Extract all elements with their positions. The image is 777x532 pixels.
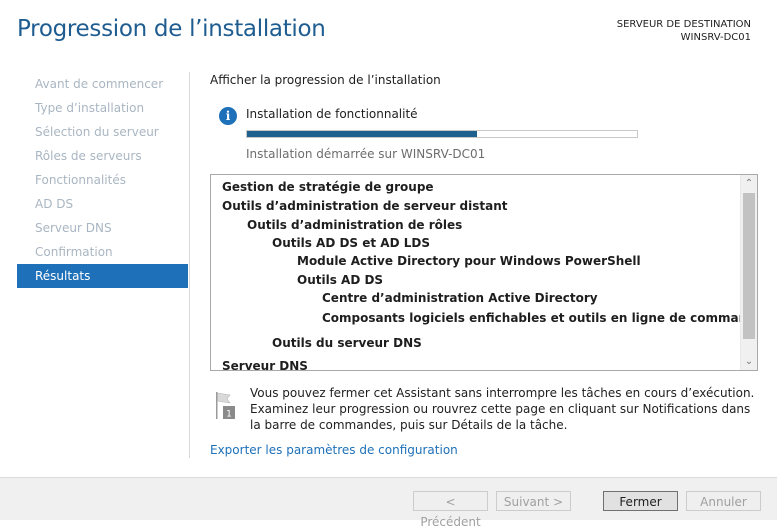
info-icon: i (219, 107, 237, 125)
section-heading: Afficher la progression de l’installatio… (210, 73, 441, 87)
feature-list-item: Serveur DNS (222, 359, 308, 370)
feature-list-item: Outils du serveur DNS (272, 336, 422, 350)
nav-item-7[interactable]: Confirmation (17, 240, 188, 264)
cancel-button[interactable]: Annuler (686, 491, 761, 511)
feature-list-item: Outils d’administration de serveur dista… (222, 199, 508, 213)
wizard-close-note: Vous pouvez fermer cet Assistant sans in… (250, 386, 755, 432)
scroll-up-arrow-icon[interactable]: ⌃ (741, 175, 757, 192)
wizard-navigation: Avant de commencer Type d’installation Sél… (17, 72, 188, 288)
feature-list-item: Composants logiciels enfichables et outi… (322, 311, 740, 325)
feature-list-item: Gestion de stratégie de groupe (222, 180, 434, 194)
export-configuration-link[interactable]: Exporter les paramètres de configuration (210, 443, 458, 457)
nav-item-6[interactable]: Serveur DNS (17, 216, 188, 240)
nav-item-4[interactable]: Fonctionnalités (17, 168, 188, 192)
next-button[interactable]: Suivant > (496, 491, 571, 511)
features-list-content: Gestion de stratégie de groupe Outils d’a… (211, 175, 740, 370)
installation-started-text: Installation démarrée sur WINSRV-DC01 (246, 147, 486, 161)
installation-progress-bar (246, 130, 638, 138)
progress-fill (247, 131, 478, 137)
destination-server-name: WINSRV-DC01 (680, 32, 751, 43)
scroll-down-arrow-icon[interactable]: ⌄ (741, 353, 757, 370)
feature-list-item: Outils d’administration de rôles (247, 218, 463, 232)
feature-list-item: Outils AD DS et AD LDS (272, 236, 430, 250)
nav-item-8[interactable]: Résultats (17, 264, 188, 288)
svg-text:1: 1 (226, 410, 232, 420)
features-list-scrollbar[interactable]: ⌃ ⌄ (740, 175, 757, 370)
feature-list-item: Centre d’administration Active Directory (322, 291, 598, 305)
nav-item-2[interactable]: Sélection du serveur (17, 120, 188, 144)
nav-item-5[interactable]: AD DS (17, 192, 188, 216)
nav-item-0[interactable]: Avant de commencer (17, 72, 188, 96)
features-list[interactable]: Gestion de stratégie de groupe Outils d’a… (210, 174, 758, 371)
page-title: Progression de l’installation (17, 16, 326, 42)
navigation-divider (189, 72, 190, 458)
previous-button[interactable]: < Précédent (413, 491, 488, 529)
notification-flag-icon: 1 (216, 392, 235, 420)
close-button[interactable]: Fermer (603, 491, 678, 511)
destination-server-info: SERVEUR DE DESTINATION WINSRV-DC01 (617, 18, 751, 44)
feature-list-item: Module Active Directory pour Windows Pow… (297, 254, 641, 268)
installation-status-label: Installation de fonctionnalité (246, 107, 418, 121)
nav-item-3[interactable]: Rôles de serveurs (17, 144, 188, 168)
destination-label: SERVEUR DE DESTINATION (616, 19, 751, 30)
scrollbar-thumb[interactable] (743, 193, 755, 339)
feature-list-item: Outils AD DS (297, 273, 384, 287)
nav-item-1[interactable]: Type d’installation (17, 96, 188, 120)
wizard-footer: < Précédent Suivant > Fermer Annuler (0, 477, 777, 529)
